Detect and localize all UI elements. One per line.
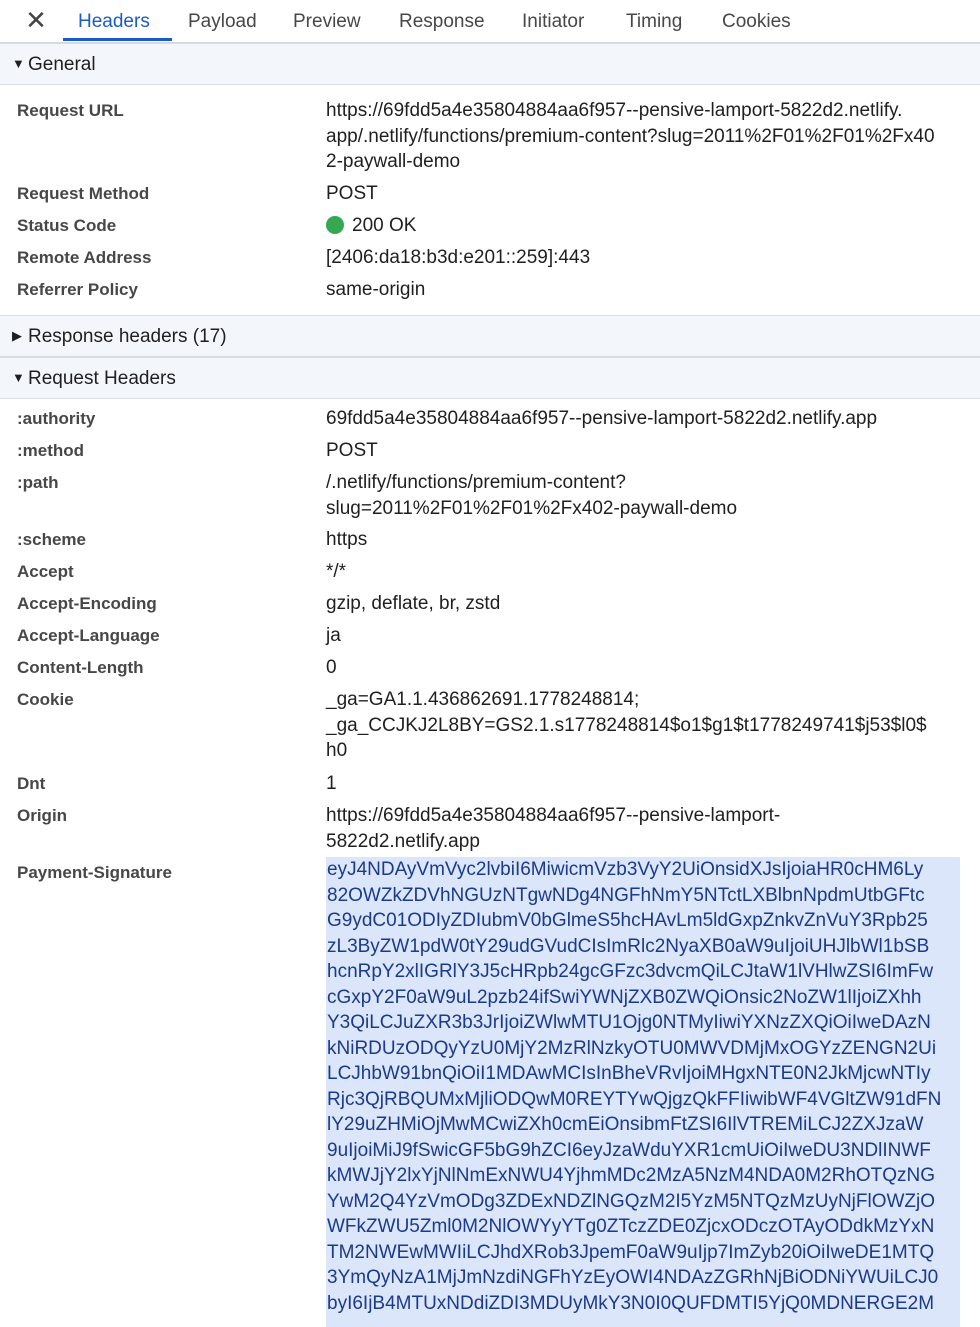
- payment-signature-line: hcnRpY2xlIGRlY3J5cHRpb24gcGFzc3dvcmQiLCJ…: [327, 961, 934, 982]
- payment-signature-line: WFkZWU5Zml0M2NlOWYyYTg0ZTczZDE0ZjcxODczO…: [327, 1216, 935, 1237]
- payment-signature-value[interactable]: eyJ4NDAyVmVyc2lvbiI6MiwicmVzb3VyY2UiOnsi…: [326, 857, 960, 1327]
- header-value: [2406:da18:b3d:e201::259]:443: [326, 247, 591, 268]
- header-key: Origin: [17, 806, 68, 825]
- header-key: :authority: [17, 409, 96, 428]
- header-value: 1: [326, 773, 337, 794]
- payment-signature-line: 82OWZkZDVhNGUzNTgwNDg4NGFhNmY5NTctLXBlbn…: [327, 884, 925, 906]
- header-value: /.netlify/functions/premium-content? slu…: [326, 472, 738, 519]
- payment-signature-line: Rjc3QjRBQUMxMjliODQwM0REYTYwQjgzQkFFIiwi…: [327, 1088, 942, 1110]
- header-key: Dnt: [17, 774, 46, 793]
- active-tab-indicator: [63, 38, 172, 41]
- header-value: _ga=GA1.1.436862691.1778248814; _ga_CCJK…: [326, 689, 927, 761]
- header-value: same-origin: [326, 279, 426, 300]
- payment-signature-line: lY29uZHMiOjMwMCwiZXh0cmEiOnsibmFtZSI6IlV…: [327, 1114, 924, 1135]
- header-key: Status Code: [17, 216, 117, 235]
- header-value: https://69fdd5a4e35804884aa6f957--pensiv…: [326, 100, 935, 172]
- header-key: Accept-Language: [17, 626, 160, 645]
- tab-headers[interactable]: Headers: [78, 0, 150, 41]
- header-value: 0: [326, 657, 337, 678]
- payment-signature-line: eyJ4NDAyVmVyc2lvbiI6MiwicmVzb3VyY2UiOnsi…: [327, 859, 924, 880]
- header-key: Remote Address: [17, 248, 152, 267]
- close-icon[interactable]: ✕: [22, 4, 50, 36]
- section-title: Request Headers: [28, 368, 176, 389]
- header-key: :method: [17, 441, 85, 460]
- section-general-header[interactable]: ▼ General: [0, 43, 980, 85]
- payment-signature-line: kMWJjY2lxYjNlNmExNWU4YjhmMDc2MzA5NzM4NDA…: [327, 1165, 936, 1186]
- header-key: Accept-Encoding: [17, 594, 157, 613]
- payment-signature-line: TM2NWEwMWIiLCJhdXRob3JpemF0aW9uIjp7ImZyb…: [327, 1241, 935, 1263]
- collapsed-triangle-icon: ▶: [12, 328, 22, 343]
- header-key: Request Method: [17, 184, 150, 203]
- header-key: Request URL: [17, 101, 124, 120]
- section-title: General: [28, 54, 96, 75]
- section-response-headers-header[interactable]: ▶ Response headers (17): [0, 315, 980, 357]
- header-value: */*: [326, 561, 347, 582]
- status-code-value: 200 OK: [326, 213, 966, 239]
- header-value: https: [326, 529, 368, 550]
- payment-signature-line: G9ydC01ODIyZDIubmV0bGlmeS5hcHAvLm5ldGxpZ…: [327, 910, 928, 931]
- tab-payload[interactable]: Payload: [188, 0, 257, 41]
- section-request-headers-header[interactable]: ▼ Request Headers: [0, 357, 980, 399]
- header-key: Accept: [17, 562, 74, 581]
- status-text: 200 OK: [352, 215, 417, 236]
- header-value: ja: [326, 625, 341, 646]
- tab-cookies[interactable]: Cookies: [722, 0, 791, 41]
- tab-timing[interactable]: Timing: [626, 0, 682, 41]
- status-ok-icon: [326, 216, 344, 234]
- expanded-triangle-icon: ▼: [12, 56, 25, 71]
- header-key: :path: [17, 473, 59, 492]
- payment-signature-line: byI6IjB4MTUxNDdiZDI3MDUyMkY3N0I0QUFDMTI5…: [327, 1292, 935, 1314]
- header-key: Referrer Policy: [17, 280, 138, 299]
- header-value: 69fdd5a4e35804884aa6f957--pensive-lampor…: [326, 408, 878, 429]
- header-value: https://69fdd5a4e35804884aa6f957--pensiv…: [326, 805, 781, 852]
- payment-signature-line: LCJhbW91bnQiOiI1MDAwMCIsInBheVRvIjoiMHgx…: [327, 1063, 931, 1084]
- payment-signature-line: YwM2Q4YzVmODg3ZDExNDZlNGQzM2I5YzM5NTQzMz…: [327, 1190, 936, 1212]
- header-key: Cookie: [17, 690, 74, 709]
- payment-signature-line: kNiRDUzODQyYzU0MjY2MzRlNzkyOTU0MWVDMjMxO…: [327, 1037, 937, 1059]
- tab-initiator[interactable]: Initiator: [522, 0, 584, 41]
- payment-signature-line: 9uIjoiMiJ9fSwicGF5bG9hZCI6eyJzaWduYXR1cm…: [327, 1139, 931, 1161]
- header-key: :scheme: [17, 530, 86, 549]
- payment-signature-line: 3YmQyNzA1MjJmNzdiNGFhYzEyOWI4NDAzZGRhNjB…: [327, 1267, 939, 1288]
- payment-signature-line: cGxpY2F0aW9uL2pzb24ifSwiYWNjZXB0ZWQiOnsi…: [327, 986, 922, 1008]
- header-value: POST: [326, 440, 378, 461]
- tab-bar: ✕ Headers Payload Preview Response Initi…: [0, 0, 980, 43]
- payment-signature-line: Y3QiLCJuZXR3b3JrIjoiZWlwMTU1Ojg0NTMyIiwi…: [327, 1012, 931, 1033]
- tab-response[interactable]: Response: [399, 0, 485, 41]
- header-key: Payment-Signature: [17, 863, 172, 882]
- section-title: Response headers (17): [28, 326, 227, 347]
- tab-preview[interactable]: Preview: [293, 0, 361, 41]
- header-value: POST: [326, 183, 378, 204]
- expanded-triangle-icon: ▼: [12, 370, 25, 385]
- header-key: Content-Length: [17, 658, 144, 677]
- payment-signature-line: zL3ByZW1pdW0tY29udGVudCIsImRlc2NyaXB0aW9…: [327, 935, 930, 957]
- header-value: gzip, deflate, br, zstd: [326, 593, 501, 614]
